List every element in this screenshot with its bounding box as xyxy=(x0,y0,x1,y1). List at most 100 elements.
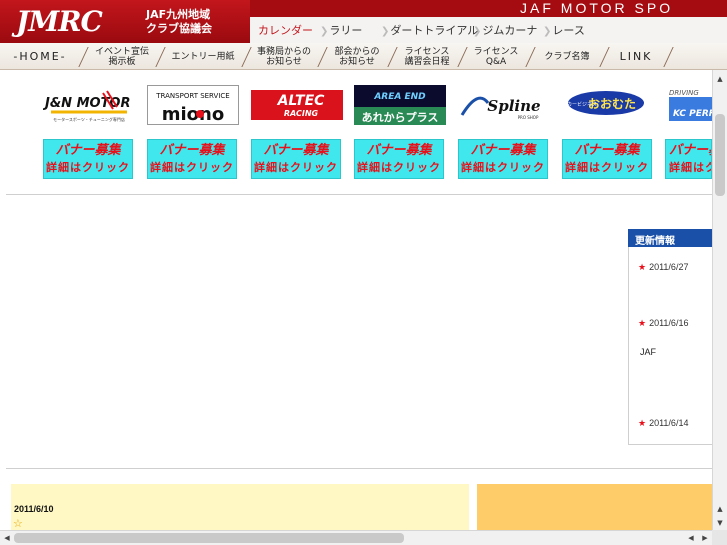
subnav-label: カレンダー xyxy=(258,24,313,37)
chevron-right-icon: ❯ xyxy=(543,26,552,37)
horizontal-scroll-thumb[interactable] xyxy=(14,533,404,543)
sponsor-banner-kc[interactable]: DRIVING KC PERFORM xyxy=(665,85,712,125)
altec-mark: ALTEC xyxy=(277,93,326,109)
miono-logo: TRANSPORT SERVICE miono xyxy=(155,92,229,124)
news-box xyxy=(628,247,713,445)
news-entry-date[interactable]: ★ 2011/6/27 xyxy=(638,262,688,273)
news-entry-date[interactable]: ★ 2011/6/14 xyxy=(638,418,688,429)
news-date-text: 2011/6/27 xyxy=(649,262,689,272)
banner-recruit-detail: 詳細はクリック xyxy=(565,161,649,174)
scroll-down-icon[interactable]: ▼ xyxy=(713,516,727,530)
subnav-label: ジムカーナ xyxy=(482,24,538,37)
panel-date: 2011/6/10 xyxy=(14,504,54,514)
banner-recruit-detail: 詳細はクリック xyxy=(357,161,441,174)
banner-recruit-title: バナー募集 xyxy=(159,143,225,158)
site-logo[interactable]: JMRC xyxy=(16,5,103,38)
jn-logo: J&N MOTOR SPORTS モータースポーツ・チューニング専門店 xyxy=(43,90,135,122)
subnav-calendar[interactable]: カレンダー xyxy=(258,22,313,38)
scrollbar-corner xyxy=(712,530,727,545)
banner-recruit-title: バナー募集 xyxy=(55,143,121,158)
news-date-text: 2011/6/14 xyxy=(649,418,689,428)
org-name: JAF九州地域 クラブ協議会 xyxy=(146,8,212,36)
areaend-mark: AREA END xyxy=(373,92,426,102)
sponsor-banner-altec[interactable]: ALTEC RACING xyxy=(251,85,343,125)
vertical-scrollbar[interactable]: ▲ ▲ ▼ xyxy=(712,70,727,530)
miono-mark: miono xyxy=(162,104,224,124)
banner-recruit-4[interactable]: バナー募集 詳細はクリック xyxy=(354,139,444,179)
content-panel-left xyxy=(11,484,469,530)
scroll-up-icon[interactable]: ▲ xyxy=(713,72,727,86)
spline-logo: Spline PRO SHOP xyxy=(460,96,541,120)
banner-recruit-title: バナー募集 xyxy=(574,143,640,158)
org-line-2: クラブ協議会 xyxy=(146,22,212,35)
news-entry-text[interactable]: JAF xyxy=(640,347,656,357)
divider xyxy=(6,468,712,469)
miono-top: TRANSPORT SERVICE xyxy=(155,92,229,100)
banner-recruit-title: バナー募集 xyxy=(366,143,432,158)
spline-mark: Spline xyxy=(487,97,540,115)
news-date-text: 2011/6/16 xyxy=(649,318,689,328)
jn-mark: J&N MOTOR SPORTS xyxy=(43,96,135,111)
omuta-logo: おおむた カービジネス xyxy=(567,91,644,115)
nav-club-list[interactable]: クラブ名簿 xyxy=(532,43,602,70)
sponsor-banner-jn[interactable]: J&N MOTOR SPORTS モータースポーツ・チューニング専門店 xyxy=(43,85,135,125)
nav-division-notice[interactable]: 部会からの お知らせ xyxy=(324,43,390,70)
banner-recruit-detail: 詳細はクリック xyxy=(150,161,234,174)
main-nav: -HOME- イベント宣伝 掲示板 エントリー用紙 事務局からの お知らせ 部会… xyxy=(0,43,727,70)
spline-sub: PRO SHOP xyxy=(518,115,539,120)
sponsor-banner-spline[interactable]: Spline PRO SHOP xyxy=(458,85,550,125)
kc-top: DRIVING xyxy=(669,89,699,97)
nav-link[interactable]: LINK xyxy=(606,43,666,70)
nav-office-notice[interactable]: 事務局からの お知らせ xyxy=(248,43,320,70)
banner-recruit-title: バナー募集 xyxy=(669,143,711,158)
org-line-1: JAF九州地域 xyxy=(146,8,211,21)
sponsor-banner-omuta[interactable]: おおむた カービジネス xyxy=(562,85,654,125)
nav-entry-form[interactable]: エントリー用紙 xyxy=(162,43,244,70)
banner-recruit-5[interactable]: バナー募集 詳細はクリック xyxy=(458,139,548,179)
star-outline-icon: ☆ xyxy=(13,517,23,530)
jn-sub: モータースポーツ・チューニング専門店 xyxy=(53,116,125,122)
site-header: JMRC JAF九州地域 クラブ協議会 JAF MOTOR SPO カレンダー … xyxy=(0,0,727,43)
page-root: JMRC JAF九州地域 クラブ協議会 JAF MOTOR SPO カレンダー … xyxy=(0,0,727,545)
banner-recruit-detail: 詳細はクリック xyxy=(254,161,338,174)
subnav-race[interactable]: ❯レース xyxy=(543,22,585,38)
banner-recruit-7[interactable]: バナー募集 詳細はクリック xyxy=(665,139,712,179)
subnav-label: ラリー xyxy=(329,24,363,37)
star-icon: ★ xyxy=(638,318,647,328)
subnav-rally[interactable]: ❯ラリー xyxy=(320,22,362,38)
banner-recruit-detail: 詳細はクリック xyxy=(461,161,545,174)
banner-recruit-detail: 詳細はクリック xyxy=(46,161,130,174)
nav-license-qa[interactable]: ライセンス Q&A xyxy=(464,43,528,70)
scroll-right-icon[interactable]: ▶ xyxy=(698,531,712,545)
areaend-logo: AREA END あれからプラス xyxy=(354,85,446,125)
banner-recruit-title: バナー募集 xyxy=(470,143,536,158)
scroll-left-icon[interactable]: ◀ xyxy=(684,531,698,545)
news-heading: 更新情報 xyxy=(628,229,713,247)
chevron-right-icon: ❯ xyxy=(473,26,482,37)
subnav: カレンダー ❯ラリー ❯ダートトライアル ❯ジムカーナ ❯レース xyxy=(250,17,727,43)
areaend-sub: あれからプラス xyxy=(362,110,439,124)
vertical-scroll-thumb[interactable] xyxy=(715,114,725,196)
scroll-up-icon[interactable]: ▲ xyxy=(713,502,727,516)
banner-recruit-title: バナー募集 xyxy=(263,143,329,158)
sponsor-banner-miono[interactable]: TRANSPORT SERVICE miono xyxy=(147,85,239,125)
banner-recruit-3[interactable]: バナー募集 詳細はクリック xyxy=(251,139,341,179)
brand-text: JAF MOTOR SPO xyxy=(520,0,674,16)
scroll-left-icon[interactable]: ◀ xyxy=(0,531,14,545)
banner-recruit-2[interactable]: バナー募集 詳細はクリック xyxy=(147,139,237,179)
altec-logo: ALTEC RACING xyxy=(251,90,343,120)
altec-sub: RACING xyxy=(284,109,319,118)
subnav-gymkhana[interactable]: ❯ジムカーナ xyxy=(473,22,537,38)
chevron-right-icon: ❯ xyxy=(381,26,390,37)
banner-recruit-1[interactable]: バナー募集 詳細はクリック xyxy=(43,139,133,179)
star-icon: ★ xyxy=(638,262,647,272)
nav-event-board[interactable]: イベント宣伝 掲示板 xyxy=(86,43,158,70)
nav-license-schedule[interactable]: ライセンス 講習会日程 xyxy=(394,43,460,70)
banner-recruit-6[interactable]: バナー募集 詳細はクリック xyxy=(562,139,652,179)
omuta-sub: カービジネス xyxy=(567,101,597,108)
sponsor-banner-areaend[interactable]: AREA END あれからプラス xyxy=(354,85,446,125)
horizontal-scrollbar[interactable]: ◀ ◀ ▶ xyxy=(0,530,712,545)
news-entry-date[interactable]: ★ 2011/6/16 xyxy=(638,318,688,329)
nav-home[interactable]: -HOME- xyxy=(0,43,80,70)
subnav-dirt-trial[interactable]: ❯ダートトライアル xyxy=(381,22,478,38)
